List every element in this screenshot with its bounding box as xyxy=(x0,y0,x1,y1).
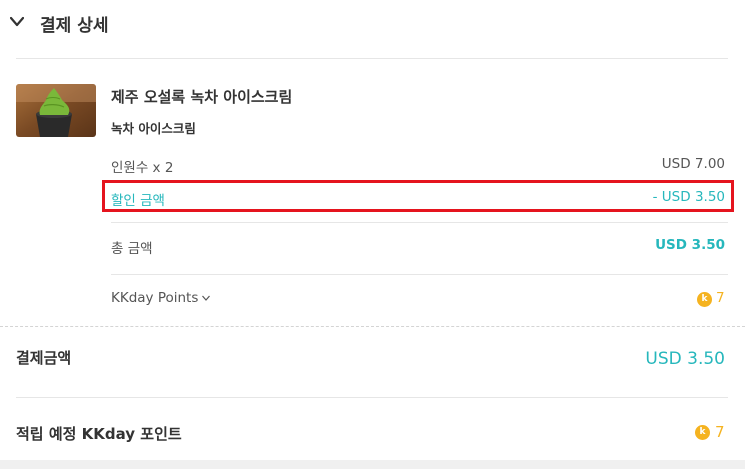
package-name: 녹차 아이스크림 xyxy=(111,121,196,136)
persons-value: USD 7.00 xyxy=(661,156,725,172)
kkday-coin-icon: k xyxy=(695,425,710,440)
earn-points-title: 적립 예정 KKday 포인트 xyxy=(16,425,182,443)
points-value: 7 xyxy=(716,290,725,306)
chevron-down-icon xyxy=(202,295,211,301)
chevron-down-icon[interactable] xyxy=(10,16,24,28)
payment-amount-title: 결제금액 xyxy=(16,349,72,367)
divider xyxy=(111,274,728,275)
payment-details-header[interactable]: 결제 상세 xyxy=(0,0,745,48)
footer-band xyxy=(0,460,745,469)
kkday-points-toggle[interactable]: KKday Points xyxy=(111,290,211,306)
product-thumbnail xyxy=(16,84,96,137)
product-name: 제주 오설록 녹차 아이스크림 xyxy=(111,88,293,106)
section-title: 결제 상세 xyxy=(40,16,109,36)
payment-amount-value: USD 3.50 xyxy=(645,349,725,369)
divider xyxy=(16,58,728,59)
total-label: 총 금액 xyxy=(111,241,153,257)
divider xyxy=(111,222,728,223)
kkday-points-label: KKday Points xyxy=(111,290,199,306)
earn-points-value: 7 xyxy=(715,423,725,441)
total-value: USD 3.50 xyxy=(655,237,725,253)
dashed-divider xyxy=(0,326,745,327)
divider xyxy=(16,397,728,398)
kkday-coin-icon: k xyxy=(697,292,712,307)
highlight-box xyxy=(102,180,734,212)
persons-label: 인원수 x 2 xyxy=(111,160,174,176)
